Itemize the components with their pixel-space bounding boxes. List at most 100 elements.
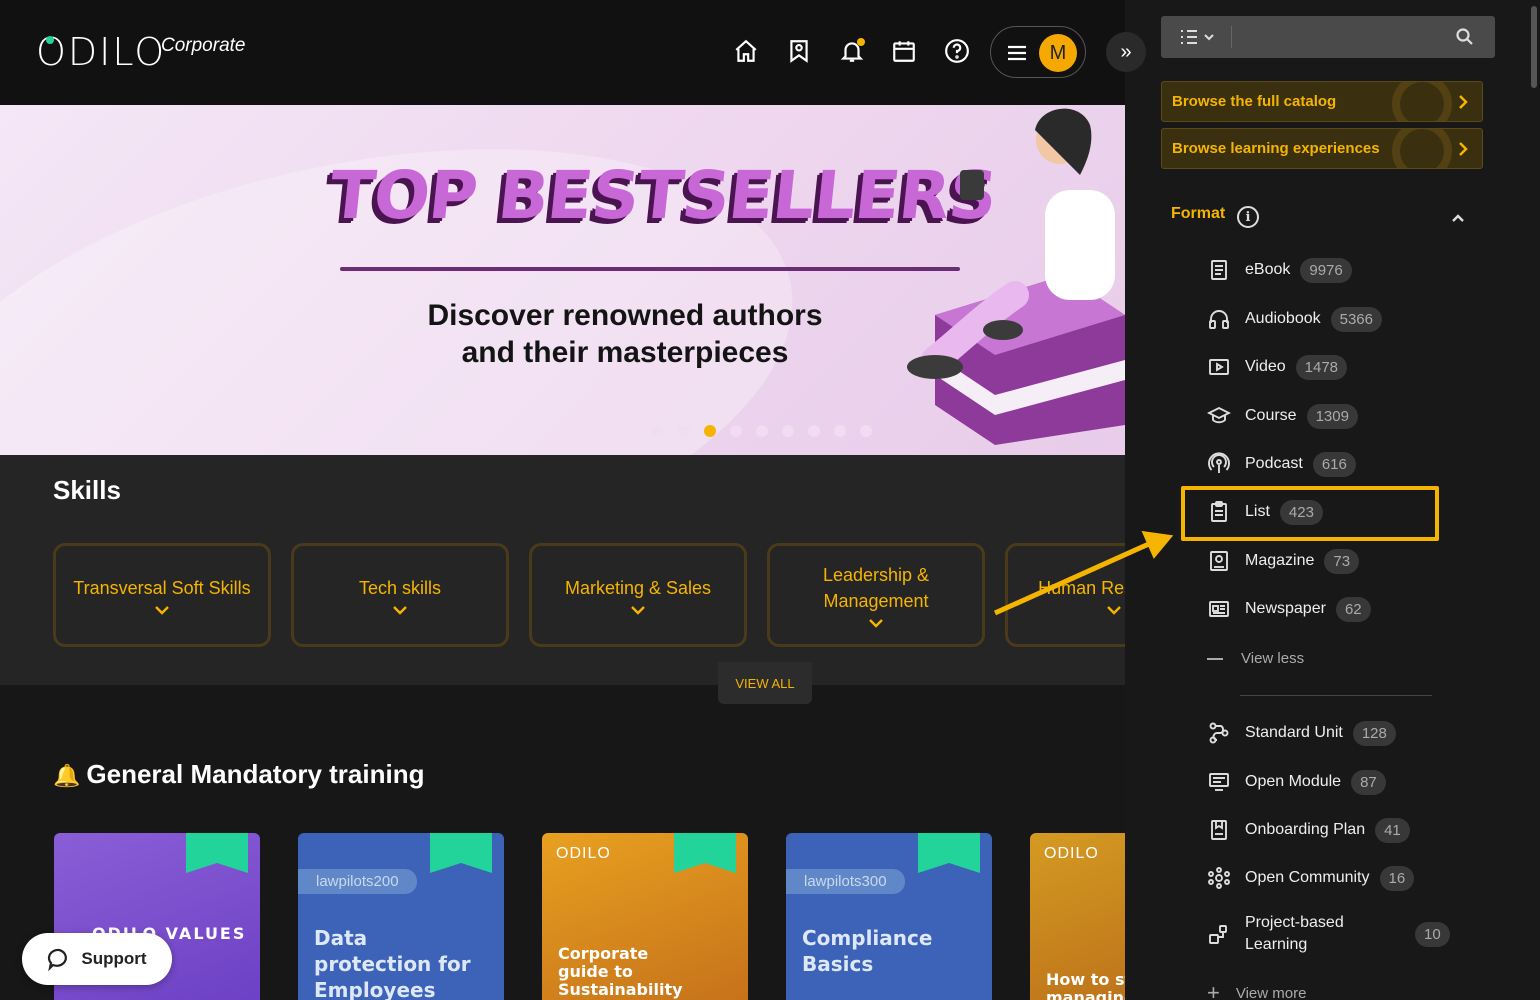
home-icon[interactable] [731, 36, 761, 66]
plan-icon [1207, 818, 1231, 842]
skills-title: Skills [53, 475, 121, 505]
decor-shape [1392, 82, 1452, 121]
bell-icon: 🔔 [53, 763, 81, 788]
info-icon[interactable]: i [1237, 206, 1259, 228]
skill-card-label: Transversal Soft Skills [73, 578, 251, 598]
format-item-label: Magazine [1245, 552, 1315, 569]
skill-card-tech[interactable]: Tech skills [291, 543, 509, 647]
hero-banner[interactable]: TOP BESTSELLERS Discover renowned author… [0, 105, 1125, 455]
ribbon-badge [674, 833, 736, 873]
format-item-label: Open Community [1245, 869, 1370, 886]
carousel-dot[interactable] [678, 425, 690, 437]
annotation-arrow [993, 530, 1174, 616]
format-item-label: Standard Unit [1245, 724, 1343, 741]
notification-dot [857, 38, 865, 46]
format-item-newspaper[interactable]: Newspaper 62 [1207, 593, 1371, 625]
carousel-dot[interactable] [704, 425, 716, 437]
format-item-label: Newspaper [1245, 600, 1326, 617]
highlight-box [1181, 486, 1439, 541]
book-card-sustainability[interactable]: ODILO Corporate guide to Sustainability [542, 833, 748, 1000]
format-item-podcast[interactable]: Podcast 616 [1207, 448, 1356, 480]
ribbon-badge [430, 833, 492, 873]
search-type-dropdown[interactable] [1179, 27, 1219, 47]
format-item-open-module[interactable]: Open Module 87 [1207, 766, 1386, 798]
odilo-logo[interactable]: ODILO [36, 30, 166, 74]
calendar-icon[interactable] [889, 36, 919, 66]
odilo-brand-mark: ODILO [1044, 845, 1099, 862]
format-item-course[interactable]: Course 1309 [1206, 400, 1358, 432]
skill-card-label: Leadership & Management [822, 565, 930, 611]
provider-pill: lawpilots300 [786, 869, 905, 894]
format-item-project-based-learning[interactable]: Project-based Learning 10 [1207, 910, 1450, 958]
app-root: ODILO Corporate M » TOP BESTSELLERS Disc… [0, 0, 1540, 1000]
format-item-magazine[interactable]: Magazine 73 [1207, 545, 1360, 577]
carousel-dot[interactable] [730, 425, 742, 437]
format-item-count: 1309 [1306, 403, 1358, 429]
skill-card-label: Marketing & Sales [564, 578, 712, 598]
format-item-count: 73 [1324, 548, 1360, 574]
banner-divider [340, 267, 960, 271]
logo-text: ODILO [36, 30, 167, 74]
view-less-label: View less [1241, 650, 1305, 667]
format-item-audiobook[interactable]: Audiobook 5366 [1207, 303, 1382, 335]
browse-experiences-button[interactable]: Browse learning experiences [1161, 128, 1483, 169]
menu-icon[interactable] [1005, 41, 1029, 65]
skill-card-label: Tech skills [358, 578, 442, 598]
graduation-cap-icon [1206, 404, 1232, 428]
newspaper-icon [1207, 597, 1231, 621]
user-menu-pill[interactable]: M [990, 26, 1086, 78]
ebook-icon [1207, 258, 1231, 282]
help-icon[interactable] [942, 36, 972, 66]
book-card-data-protection[interactable]: lawpilots200 Data protection for Employe… [298, 833, 504, 1000]
bell-icon[interactable] [837, 36, 867, 66]
view-more-toggle[interactable]: + View more [1207, 980, 1306, 1000]
search-icon[interactable] [1455, 27, 1475, 47]
bookmark-icon[interactable] [784, 36, 814, 66]
carousel-dot[interactable] [782, 425, 794, 437]
panel-scrollbar[interactable] [1531, 6, 1537, 88]
skill-card-transversal[interactable]: Transversal Soft Skills [53, 543, 271, 647]
carousel-dot[interactable] [834, 425, 846, 437]
ribbon-badge [186, 833, 248, 873]
book-card-managing[interactable]: ODILO How to sta managing [1030, 833, 1125, 1000]
book-card-compliance[interactable]: lawpilots300 Compliance Basics [786, 833, 992, 1000]
format-item-label: eBook [1245, 261, 1291, 278]
format-divider [1240, 695, 1432, 696]
decor-shape [1392, 129, 1452, 168]
flow-icon [1207, 721, 1231, 745]
format-item-open-community[interactable]: Open Community 16 [1207, 862, 1415, 894]
view-less-toggle[interactable]: View less [1207, 650, 1304, 667]
format-heading[interactable]: Format [1171, 205, 1225, 223]
format-item-onboarding-plan[interactable]: Onboarding Plan 41 [1207, 814, 1410, 846]
carousel-dot[interactable] [652, 425, 664, 437]
format-item-count: 5366 [1330, 306, 1382, 332]
search-separator [1231, 26, 1232, 48]
carousel-dot[interactable] [756, 425, 768, 437]
label-line2: Learning [1245, 936, 1308, 953]
format-item-label: Project-based Learning [1245, 912, 1395, 956]
format-item-count: 87 [1351, 769, 1386, 795]
format-item-standard-unit[interactable]: Standard Unit 128 [1207, 717, 1396, 749]
format-item-video[interactable]: Video 1478 [1207, 351, 1348, 383]
avatar[interactable]: M [1039, 34, 1077, 72]
carousel-dot[interactable] [808, 425, 820, 437]
support-button[interactable]: Support [22, 933, 172, 985]
format-item-label: Onboarding Plan [1245, 821, 1366, 838]
skill-card-leadership[interactable]: Leadership & Management [767, 543, 985, 647]
chat-bubble-icon [48, 948, 68, 971]
format-item-count: 128 [1352, 720, 1396, 746]
support-label: Support [81, 949, 147, 968]
search-bar [1161, 16, 1495, 58]
carousel-dot[interactable] [860, 425, 872, 437]
search-input[interactable] [1241, 22, 1441, 52]
banner-subtitle-line1: Discover renowned authors [427, 299, 823, 332]
skill-card-marketing[interactable]: Marketing & Sales [529, 543, 747, 647]
format-item-ebook[interactable]: eBook 9976 [1207, 254, 1352, 286]
project-icon [1207, 922, 1231, 946]
format-item-count: 1478 [1295, 354, 1348, 380]
mandatory-title-text: General Mandatory training [86, 759, 425, 789]
chevron-up-icon[interactable] [1451, 210, 1465, 222]
browse-catalog-button[interactable]: Browse the full catalog [1161, 81, 1483, 122]
collapse-panel-button[interactable]: » [1106, 32, 1146, 72]
view-all-button[interactable]: VIEW ALL [718, 662, 812, 704]
